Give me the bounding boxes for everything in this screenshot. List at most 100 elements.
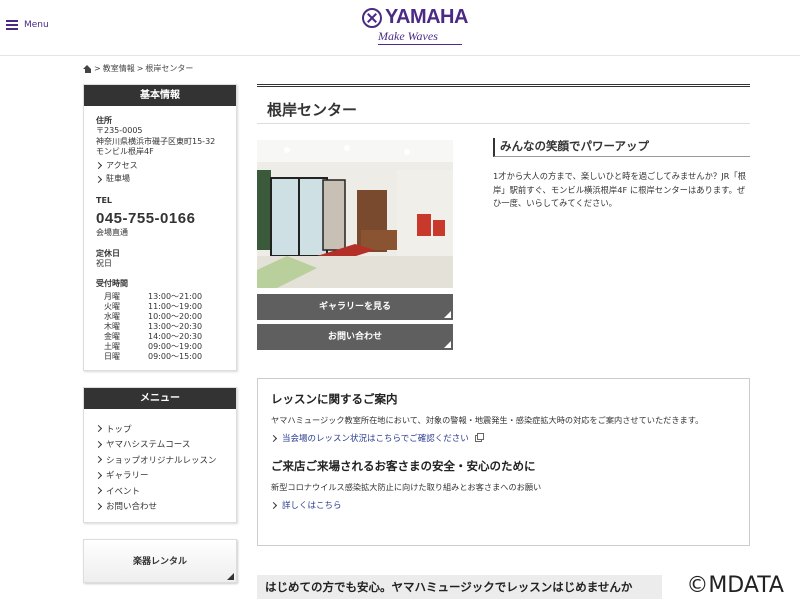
- address-label: 住所: [96, 116, 112, 125]
- tel-label: TEL: [96, 196, 113, 206]
- menu-label: Menu: [24, 20, 49, 30]
- hamburger-icon: [6, 20, 18, 30]
- menu-item-label: お問い合わせ: [106, 502, 158, 513]
- hours-day: 金曜: [104, 331, 120, 341]
- menu-item-event[interactable]: イベント: [94, 483, 224, 499]
- menu-item-top[interactable]: トップ: [94, 421, 224, 437]
- address-line1: 神奈川県横浜市磯子区東町15-32: [96, 136, 216, 146]
- lesson-title: レッスンに関するご案内: [271, 392, 398, 406]
- menu-item-system-course[interactable]: ヤマハシステムコース: [94, 436, 224, 452]
- closed-days: 祝日: [96, 259, 112, 269]
- hours-day: 木曜: [104, 321, 120, 331]
- menu-title: メニュー: [84, 387, 236, 409]
- hours-row: 火曜 11:00～19:00: [104, 302, 224, 312]
- breadcrumb-item-current: 根岸センター: [145, 64, 194, 73]
- lesson-status-link[interactable]: 当会場のレッスン状況はこちらでご確認ください: [269, 432, 736, 445]
- watermark: ©MDATA: [682, 573, 788, 598]
- main-content: 根岸センター ギャラリーを見る お問い合わせ みんなの笑顔でパワーアップ 1才か…: [257, 84, 750, 599]
- external-link-icon: [474, 432, 484, 442]
- hours-row: 月曜 13:00～21:00: [104, 292, 224, 302]
- safety-text: 新型コロナウイルス感染拡大防止に向けた取り組みとお客さまへのお願い: [271, 482, 542, 493]
- hours-label: 受付時間: [96, 279, 128, 289]
- basic-info-title: 基本情報: [84, 85, 236, 106]
- chevron-right-icon: [269, 501, 278, 509]
- sidebar: 基本情報 住所 〒235-0005 神奈川県横浜市磯子区東町15-32 モンビル…: [83, 84, 237, 583]
- home-icon[interactable]: [83, 64, 92, 73]
- chevron-right-icon: [94, 456, 103, 464]
- contact-button-label: お問い合わせ: [327, 332, 382, 342]
- site-header: Menu YAMAHA Make Waves: [0, 0, 800, 56]
- hours-time: 11:00～19:00: [148, 301, 203, 311]
- breadcrumb-item-classroom[interactable]: 教室情報: [103, 63, 135, 74]
- hours-time: 09:00～19:00: [148, 341, 203, 351]
- breadcrumb-separator: >: [136, 64, 144, 73]
- chevron-right-icon: [94, 175, 103, 183]
- access-link[interactable]: アクセス: [94, 160, 224, 171]
- corner-arrow-icon: [227, 572, 234, 580]
- gallery-button[interactable]: ギャラリーを見る: [257, 294, 453, 320]
- chevron-right-icon: [94, 471, 103, 479]
- contact-button[interactable]: お問い合わせ: [257, 324, 453, 350]
- closed-label: 定休日: [96, 248, 120, 258]
- center-photo: [257, 140, 453, 288]
- hours-day: 火曜: [104, 301, 120, 311]
- hours-day: 水曜: [104, 311, 120, 321]
- tel-note: 会場直通: [96, 228, 128, 238]
- hours-day: 月曜: [104, 291, 120, 301]
- parking-link-label: 駐車場: [106, 173, 130, 183]
- safety-details-link[interactable]: 詳しくはこちら: [269, 499, 736, 512]
- menu-button[interactable]: Menu: [6, 20, 49, 30]
- rental-button[interactable]: 楽器レンタル: [83, 538, 237, 583]
- lesson-text: ヤマハミュージック教室所在地において、対象の警報・地震発生・感染症拡大時の対応を…: [271, 415, 704, 425]
- menu-item-label: ギャラリー: [106, 471, 149, 482]
- hours-row: 金曜 14:00～20:30: [104, 332, 224, 342]
- chevron-right-icon: [94, 502, 103, 510]
- intro-heading: はじめての方でも安心。ヤマハミュージックでレッスンはじめませんか: [257, 575, 662, 599]
- hours-time: 09:00～15:00: [148, 351, 203, 361]
- menu-item-label: ヤマハシステムコース: [106, 440, 191, 451]
- menu-item-label: イベント: [106, 486, 141, 497]
- gallery-button-label: ギャラリーを見る: [318, 302, 391, 312]
- catch-title: みんなの笑顔でパワーアップ: [493, 138, 750, 157]
- hours-day: 日曜: [104, 351, 120, 361]
- hours-row: 土曜 09:00～19:00: [104, 342, 224, 352]
- logo-text: YAMAHA: [385, 6, 468, 28]
- chevron-right-icon: [94, 425, 103, 433]
- hours-day: 土曜: [104, 341, 120, 351]
- breadcrumb-separator: >: [94, 64, 101, 73]
- menu-item-contact[interactable]: お問い合わせ: [94, 498, 224, 514]
- menu-item-label: ショップオリジナルレッスン: [106, 455, 217, 466]
- hours-time: 14:00～20:30: [148, 331, 203, 341]
- postal-code: 〒235-0005: [96, 126, 143, 136]
- hours-time: 13:00～21:00: [148, 291, 203, 301]
- hours-time: 13:00～20:30: [148, 321, 203, 331]
- tel-number[interactable]: 045-755-0166: [96, 209, 224, 229]
- yamaha-logo[interactable]: YAMAHA Make Waves: [362, 6, 472, 50]
- hours-row: 木曜 13:00～20:30: [104, 322, 224, 332]
- access-link-label: アクセス: [106, 160, 138, 170]
- chevron-right-icon: [269, 434, 278, 442]
- menu-item-original-lesson[interactable]: ショップオリジナルレッスン: [94, 452, 224, 468]
- corner-arrow-icon: [444, 311, 451, 318]
- page-title-bar: 根岸センター: [257, 84, 750, 124]
- logo-tagline: Make Waves: [378, 29, 462, 45]
- catch-text: 1才から大人の方まで、楽しいひと時を過ごしてみませんか？JR「根岸」駅前すぐ、モ…: [493, 171, 747, 209]
- safety-title: ご来店ご来場されるお客さまの安全・安心のために: [271, 459, 536, 474]
- parking-link[interactable]: 駐車場: [94, 173, 224, 184]
- menu-item-gallery[interactable]: ギャラリー: [94, 467, 224, 483]
- rental-label: 楽器レンタル: [132, 556, 187, 567]
- chevron-right-icon: [94, 440, 103, 448]
- hours-table: 月曜 13:00～21:00 火曜 11:00～19:00 水曜 10:00～20:0…: [104, 292, 224, 362]
- menu-box: メニュー トップ ヤマハシステムコース ショップオリジナルレッスン ギャラリー …: [83, 386, 237, 523]
- catch-section: みんなの笑顔でパワーアップ 1才から大人の方まで、楽しいひと時を過ごしてみません…: [493, 138, 750, 211]
- menu-item-label: トップ: [106, 424, 132, 435]
- hours-time: 10:00～20:00: [148, 311, 203, 321]
- lesson-status-link-label: 当会場のレッスン状況はこちらでご確認ください: [282, 434, 469, 445]
- basic-info-box: 基本情報 住所 〒235-0005 神奈川県横浜市磯子区東町15-32 モンビル…: [83, 84, 237, 371]
- hours-row: 水曜 10:00～20:00: [104, 312, 224, 322]
- chevron-right-icon: [94, 162, 103, 170]
- chevron-right-icon: [94, 487, 103, 495]
- breadcrumb: > 教室情報 > 根岸センター: [83, 63, 193, 74]
- safety-details-link-label: 詳しくはこちら: [282, 501, 342, 512]
- lesson-info-box: レッスンに関するご案内 ヤマハミュージック教室所在地において、対象の警報・地震発…: [257, 378, 750, 546]
